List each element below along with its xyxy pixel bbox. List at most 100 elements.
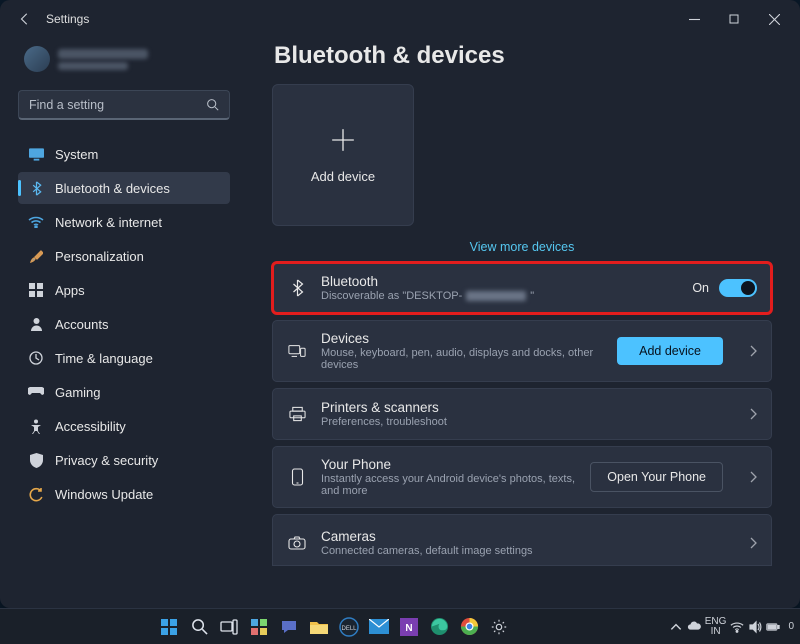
start-button[interactable] bbox=[157, 615, 181, 639]
brush-icon bbox=[28, 248, 44, 264]
bluetooth-icon bbox=[28, 180, 44, 196]
sidebar-item-privacy[interactable]: Privacy & security bbox=[18, 444, 230, 476]
search-input[interactable]: Find a setting bbox=[18, 90, 230, 120]
search-icon bbox=[206, 98, 219, 111]
devices-card[interactable]: Devices Mouse, keyboard, pen, audio, dis… bbox=[272, 320, 772, 382]
chevron-up-icon[interactable] bbox=[669, 620, 683, 634]
devices-icon bbox=[287, 343, 307, 359]
account-block[interactable] bbox=[18, 42, 230, 84]
camera-icon bbox=[287, 536, 307, 550]
view-more-devices-link[interactable]: View more devices bbox=[272, 240, 772, 254]
settings-window: Settings Find a setting System Bluetooth … bbox=[0, 0, 800, 608]
search-taskbar-icon[interactable] bbox=[187, 615, 211, 639]
update-icon bbox=[28, 486, 44, 502]
edge-icon[interactable] bbox=[427, 615, 451, 639]
dell-icon[interactable]: DELL bbox=[337, 615, 361, 639]
wifi-icon bbox=[28, 214, 44, 230]
account-email-redacted bbox=[58, 62, 128, 70]
bluetooth-card-sub: Discoverable as "DESKTOP-" bbox=[321, 290, 678, 302]
chat-icon[interactable] bbox=[277, 615, 301, 639]
chrome-icon[interactable] bbox=[457, 615, 481, 639]
sidebar-item-personalization[interactable]: Personalization bbox=[18, 240, 230, 272]
volume-tray-icon[interactable] bbox=[748, 620, 762, 634]
sidebar-item-label: Personalization bbox=[55, 249, 144, 264]
main-pane: Bluetooth & devices Add device View more… bbox=[244, 38, 800, 608]
plus-icon bbox=[330, 127, 356, 153]
search-placeholder: Find a setting bbox=[29, 98, 206, 112]
game-icon bbox=[28, 384, 44, 400]
bluetooth-toggle-label: On bbox=[692, 281, 709, 295]
add-device-tile-label: Add device bbox=[311, 169, 375, 184]
sidebar-item-label: System bbox=[55, 147, 98, 162]
printers-card-sub: Preferences, troubleshoot bbox=[321, 416, 723, 428]
sidebar-item-apps[interactable]: Apps bbox=[18, 274, 230, 306]
minimize-button[interactable] bbox=[674, 4, 714, 34]
add-device-tile[interactable]: Add device bbox=[272, 84, 414, 226]
devices-card-title: Devices bbox=[321, 331, 603, 346]
mail-icon[interactable] bbox=[367, 615, 391, 639]
widgets-icon[interactable] bbox=[247, 615, 271, 639]
your-phone-card-sub: Instantly access your Android device's p… bbox=[321, 473, 576, 497]
sidebar: Find a setting System Bluetooth & devices… bbox=[0, 38, 244, 608]
sidebar-item-label: Privacy & security bbox=[55, 453, 158, 468]
chevron-right-icon bbox=[749, 408, 757, 420]
sidebar-item-update[interactable]: Windows Update bbox=[18, 478, 230, 510]
clock[interactable]: 0 bbox=[788, 621, 794, 632]
sidebar-item-accessibility[interactable]: Accessibility bbox=[18, 410, 230, 442]
sidebar-item-label: Gaming bbox=[55, 385, 101, 400]
settings-taskbar-icon[interactable] bbox=[487, 615, 511, 639]
bluetooth-card-title: Bluetooth bbox=[321, 274, 678, 289]
sidebar-item-label: Accessibility bbox=[55, 419, 126, 434]
taskbar: DELL N ENGIN 0 bbox=[0, 608, 800, 644]
sidebar-item-network[interactable]: Network & internet bbox=[18, 206, 230, 238]
sidebar-item-gaming[interactable]: Gaming bbox=[18, 376, 230, 408]
battery-tray-icon[interactable] bbox=[766, 620, 780, 634]
maximize-button[interactable] bbox=[714, 4, 754, 34]
sidebar-item-label: Bluetooth & devices bbox=[55, 181, 170, 196]
cameras-card-sub: Connected cameras, default image setting… bbox=[321, 545, 723, 557]
sidebar-item-label: Windows Update bbox=[55, 487, 153, 502]
bluetooth-card: Bluetooth Discoverable as "DESKTOP-" On bbox=[272, 262, 772, 314]
your-phone-card-title: Your Phone bbox=[321, 457, 576, 472]
your-phone-card[interactable]: Your Phone Instantly access your Android… bbox=[272, 446, 772, 508]
avatar bbox=[24, 46, 50, 72]
taskbar-center: DELL N bbox=[0, 615, 669, 639]
cameras-card-title: Cameras bbox=[321, 529, 723, 544]
open-your-phone-button[interactable]: Open Your Phone bbox=[590, 462, 723, 492]
display-icon bbox=[28, 146, 44, 162]
access-icon bbox=[28, 418, 44, 434]
printers-card-title: Printers & scanners bbox=[321, 400, 723, 415]
cameras-card[interactable]: Cameras Connected cameras, default image… bbox=[272, 514, 772, 566]
window-title: Settings bbox=[46, 12, 89, 26]
sidebar-item-label: Accounts bbox=[55, 317, 108, 332]
bluetooth-icon bbox=[287, 279, 307, 297]
svg-text:N: N bbox=[406, 623, 413, 634]
printers-card[interactable]: Printers & scanners Preferences, trouble… bbox=[272, 388, 772, 440]
grid-icon bbox=[28, 282, 44, 298]
sidebar-item-system[interactable]: System bbox=[18, 138, 230, 170]
task-view-icon[interactable] bbox=[217, 615, 241, 639]
chevron-right-icon bbox=[749, 471, 757, 483]
sidebar-item-label: Network & internet bbox=[55, 215, 162, 230]
close-button[interactable] bbox=[754, 4, 794, 34]
onenote-icon[interactable]: N bbox=[397, 615, 421, 639]
sidebar-item-bluetooth[interactable]: Bluetooth & devices bbox=[18, 172, 230, 204]
account-name-redacted bbox=[58, 49, 148, 59]
add-device-button[interactable]: Add device bbox=[617, 337, 723, 365]
bluetooth-toggle[interactable] bbox=[719, 279, 757, 297]
phone-icon bbox=[287, 468, 307, 486]
page-title: Bluetooth & devices bbox=[274, 42, 772, 70]
explorer-icon[interactable] bbox=[307, 615, 331, 639]
back-button[interactable] bbox=[12, 6, 38, 32]
sidebar-item-time[interactable]: Time & language bbox=[18, 342, 230, 374]
nav-list: System Bluetooth & devices Network & inter… bbox=[18, 138, 230, 510]
printer-icon bbox=[287, 406, 307, 422]
language-indicator[interactable]: ENGIN bbox=[705, 617, 727, 637]
svg-text:DELL: DELL bbox=[342, 626, 358, 632]
onedrive-tray-icon[interactable] bbox=[687, 620, 701, 634]
title-bar: Settings bbox=[0, 0, 800, 38]
shield-icon bbox=[28, 452, 44, 468]
system-tray[interactable]: ENGIN 0 bbox=[669, 617, 800, 637]
sidebar-item-accounts[interactable]: Accounts bbox=[18, 308, 230, 340]
wifi-tray-icon[interactable] bbox=[730, 620, 744, 634]
